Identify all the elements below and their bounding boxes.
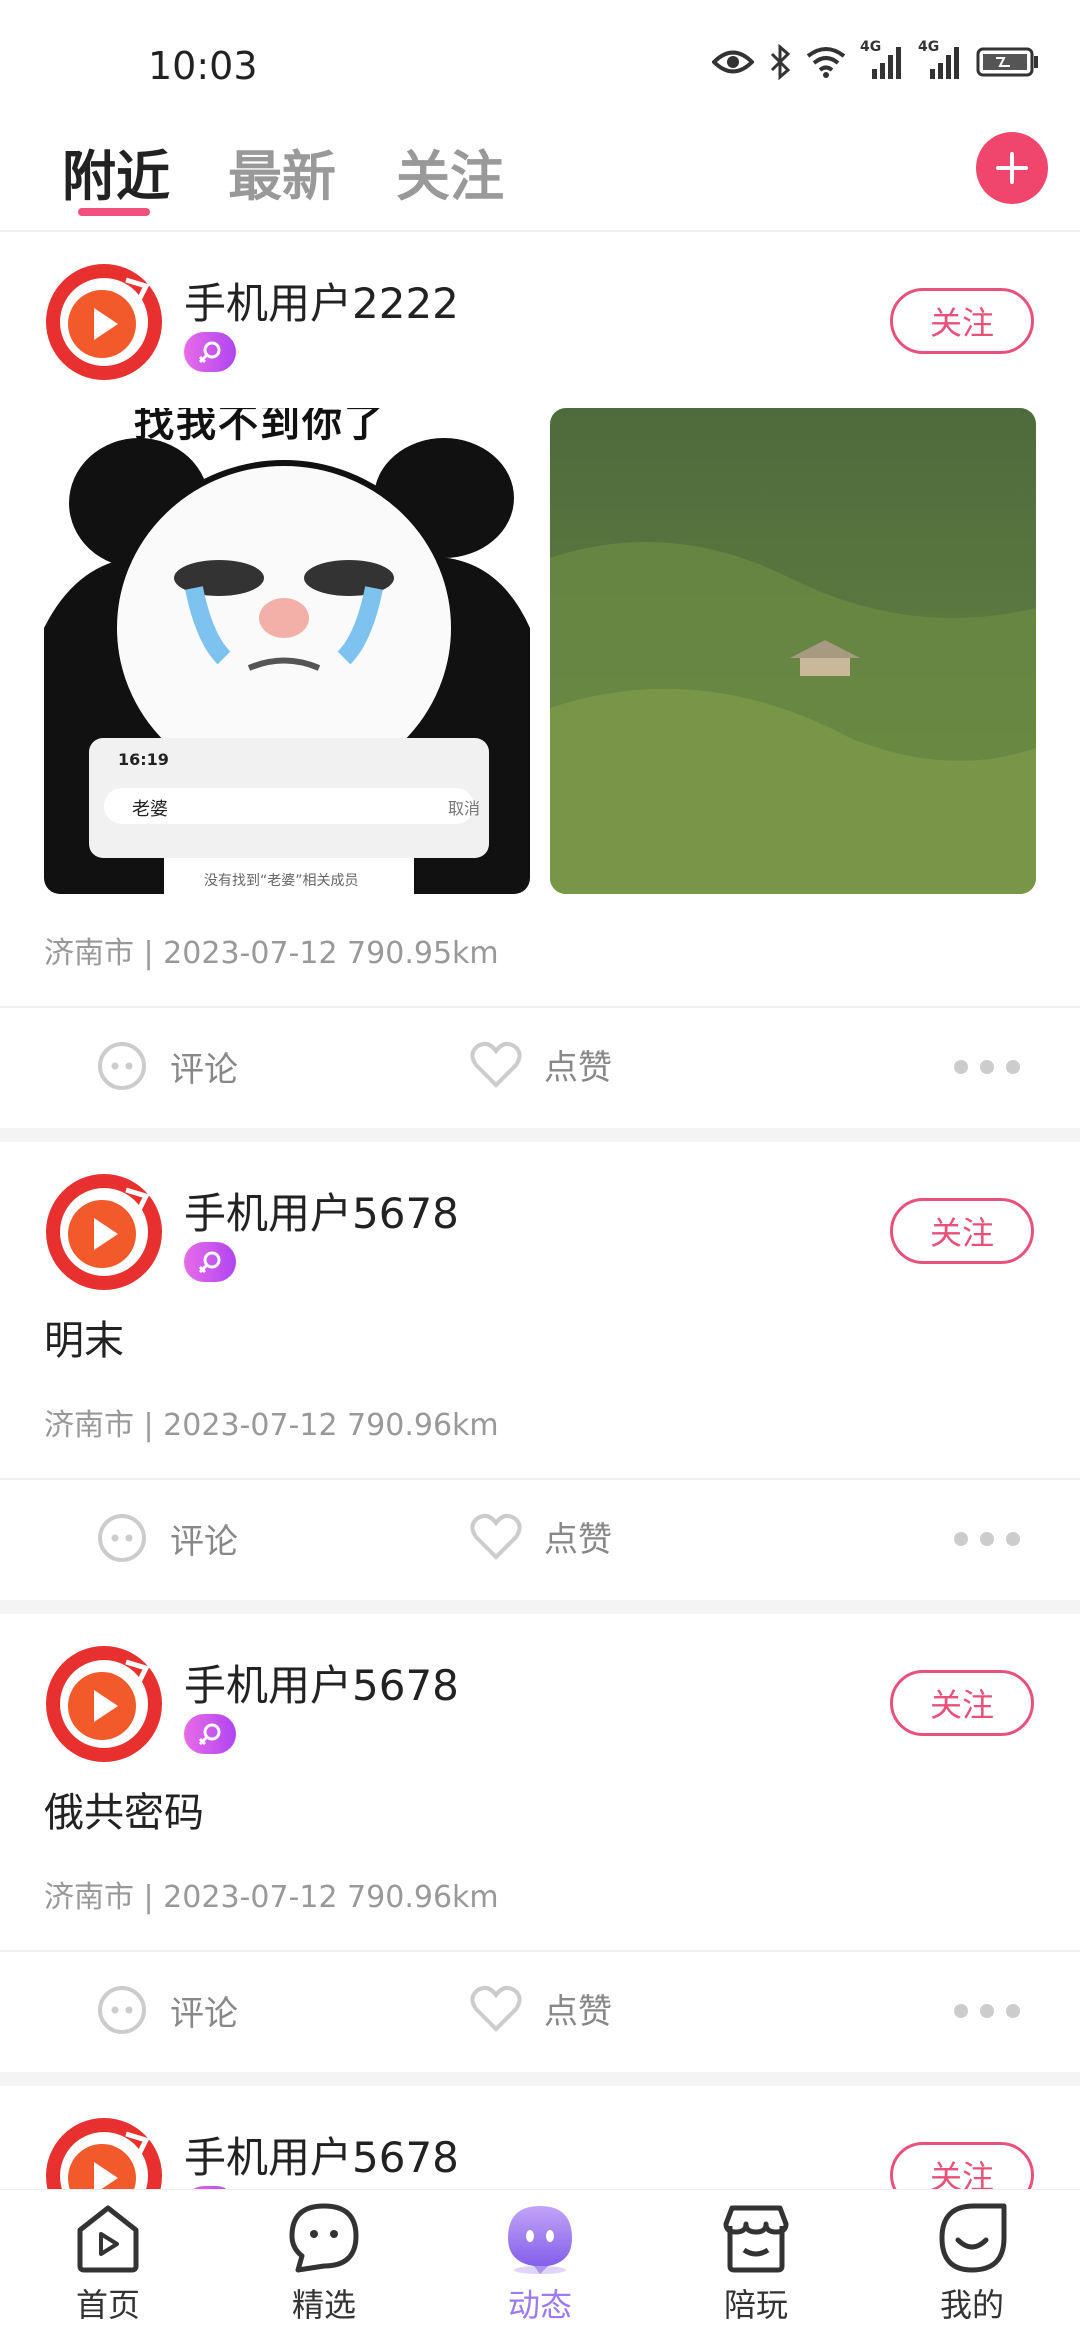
female-icon: [198, 341, 221, 364]
feed-list[interactable]: 手机用户2222 关注 找我不到你了 16:19 老婆 取消 没有找到“老婆”相…: [0, 232, 1080, 2190]
wifi-icon: [806, 47, 846, 78]
like-label: 点赞: [544, 1048, 612, 1088]
follow-button[interactable]: 关注: [890, 1670, 1034, 1736]
meme-note-text: 没有找到“老婆”相关成员: [204, 873, 359, 889]
post-image-mountain[interactable]: [550, 408, 1036, 894]
avatar[interactable]: [44, 1172, 164, 1292]
comment-label: 评论: [170, 1521, 238, 1562]
bottom-nav: 首页 精选 动态 陪玩 我的: [0, 2189, 1080, 2340]
plus-icon: [996, 152, 1028, 184]
nav-label: 陪玩: [723, 2286, 788, 2324]
smile-face-icon: [939, 2203, 1007, 2273]
like-label: 点赞: [544, 1992, 612, 2032]
heart-icon: [470, 1985, 522, 2032]
nav-featured[interactable]: 精选: [224, 2200, 424, 2326]
signal-icon-2: 4G: [918, 39, 962, 79]
post-meta: 济南市 | 2023-07-12 790.96km: [0, 1366, 1080, 1480]
meme-cancel-text: 取消: [448, 799, 481, 818]
post-header: 手机用户5678 关注: [0, 1142, 1080, 1290]
comment-icon: [98, 1042, 146, 1090]
post-meta: 济南市 | 2023-07-12 790.95km: [0, 894, 1080, 1008]
add-post-button[interactable]: [976, 132, 1048, 204]
follow-button[interactable]: 关注: [890, 2142, 1034, 2190]
status-time: 10:03: [148, 44, 258, 88]
avatar[interactable]: [44, 2116, 164, 2190]
ghost-bubble-icon: [508, 2206, 572, 2274]
post-images: 找我不到你了 16:19 老婆 取消 没有找到“老婆”相关成员: [0, 368, 1080, 894]
username[interactable]: 手机用户5678: [184, 1652, 459, 1713]
eye-icon: [712, 50, 754, 74]
post-card: 手机用户5678 关注 明末 济南市 | 2023-07-12 790.96km…: [0, 1142, 1080, 1614]
tab-nearby[interactable]: 附近: [62, 132, 170, 211]
post-card: 手机用户5678 关注: [0, 2086, 1080, 2190]
nav-label: 动态: [507, 2286, 572, 2324]
like-button[interactable]: 点赞: [470, 1984, 612, 2033]
post-text: 俄共密码: [44, 1790, 204, 1836]
follow-button[interactable]: 关注: [890, 288, 1034, 354]
nav-companion[interactable]: 陪玩: [656, 2200, 856, 2326]
post-header: 手机用户5678 关注: [0, 1614, 1080, 1762]
nav-label: 首页: [75, 2286, 140, 2324]
post-text: 明末: [44, 1318, 124, 1364]
meme-search-text: 老婆: [132, 799, 168, 820]
avatar[interactable]: [44, 1644, 164, 1764]
more-options-icon[interactable]: [954, 1532, 1020, 1546]
tab-following[interactable]: 关注: [396, 132, 504, 211]
post-image-meme[interactable]: 找我不到你了 16:19 老婆 取消 没有找到“老婆”相关成员: [44, 408, 530, 894]
nav-moments[interactable]: 动态: [440, 2200, 640, 2326]
like-button[interactable]: 点赞: [470, 1512, 612, 1561]
comment-icon: [98, 1986, 146, 2034]
heart-icon: [470, 1513, 522, 1560]
nav-label: 我的: [939, 2286, 1004, 2324]
tab-indicator: [78, 208, 150, 216]
status-icons: 4G 4G: [712, 39, 1040, 80]
more-options-icon[interactable]: [954, 1060, 1020, 1074]
username[interactable]: 手机用户5678: [184, 2124, 459, 2185]
post-actions: 评论 点赞: [0, 1480, 1080, 1600]
follow-button[interactable]: 关注: [890, 1198, 1034, 1264]
bluetooth-icon: [770, 44, 791, 80]
post-meta: 济南市 | 2023-07-12 790.96km: [0, 1838, 1080, 1952]
meme-caption: 找我不到你了: [134, 408, 386, 446]
comment-button[interactable]: 评论: [96, 1512, 238, 1564]
female-badge: [184, 1714, 236, 1754]
female-badge: [184, 332, 236, 372]
tab-latest[interactable]: 最新: [228, 132, 336, 211]
nav-profile[interactable]: 我的: [872, 2200, 1072, 2326]
more-options-icon[interactable]: [954, 2004, 1020, 2018]
female-badge: [184, 1242, 236, 1282]
comment-icon: [98, 1514, 146, 1562]
avatar[interactable]: [44, 262, 164, 382]
female-icon: [198, 1723, 221, 1746]
comment-label: 评论: [170, 1993, 238, 2034]
post-header: 手机用户2222 关注: [0, 232, 1080, 380]
post-header: 手机用户5678 关注: [0, 2086, 1080, 2190]
post-card: 手机用户2222 关注 找我不到你了 16:19 老婆 取消 没有找到“老婆”相…: [0, 232, 1080, 1142]
status-bar: 10:03 4G 4G: [0, 0, 1080, 120]
comment-button[interactable]: 评论: [96, 1040, 238, 1092]
network-badge-1: 4G: [860, 39, 882, 55]
comment-label: 评论: [170, 1049, 238, 1090]
signal-icon-1: 4G: [860, 39, 904, 79]
username[interactable]: 手机用户2222: [184, 270, 459, 331]
post-card: 手机用户5678 关注 俄共密码 济南市 | 2023-07-12 790.96…: [0, 1614, 1080, 2086]
home-play-icon: [77, 2205, 139, 2273]
chat-face-icon: [289, 2203, 359, 2273]
top-tabs: 附近 最新 关注: [0, 120, 1080, 232]
post-actions: 评论 点赞: [0, 1952, 1080, 2072]
female-icon: [198, 1251, 221, 1274]
shop-icon: [723, 2205, 789, 2273]
like-label: 点赞: [544, 1520, 612, 1560]
username[interactable]: 手机用户5678: [184, 1180, 459, 1241]
meme-time: 16:19: [118, 750, 169, 769]
network-badge-2: 4G: [918, 39, 940, 55]
nav-label: 精选: [291, 2286, 356, 2324]
heart-icon: [470, 1041, 522, 1088]
like-button[interactable]: 点赞: [470, 1040, 612, 1089]
battery-icon: [976, 47, 1038, 77]
nav-home[interactable]: 首页: [8, 2200, 208, 2326]
post-actions: 评论 点赞: [0, 1008, 1080, 1128]
comment-button[interactable]: 评论: [96, 1984, 238, 2036]
